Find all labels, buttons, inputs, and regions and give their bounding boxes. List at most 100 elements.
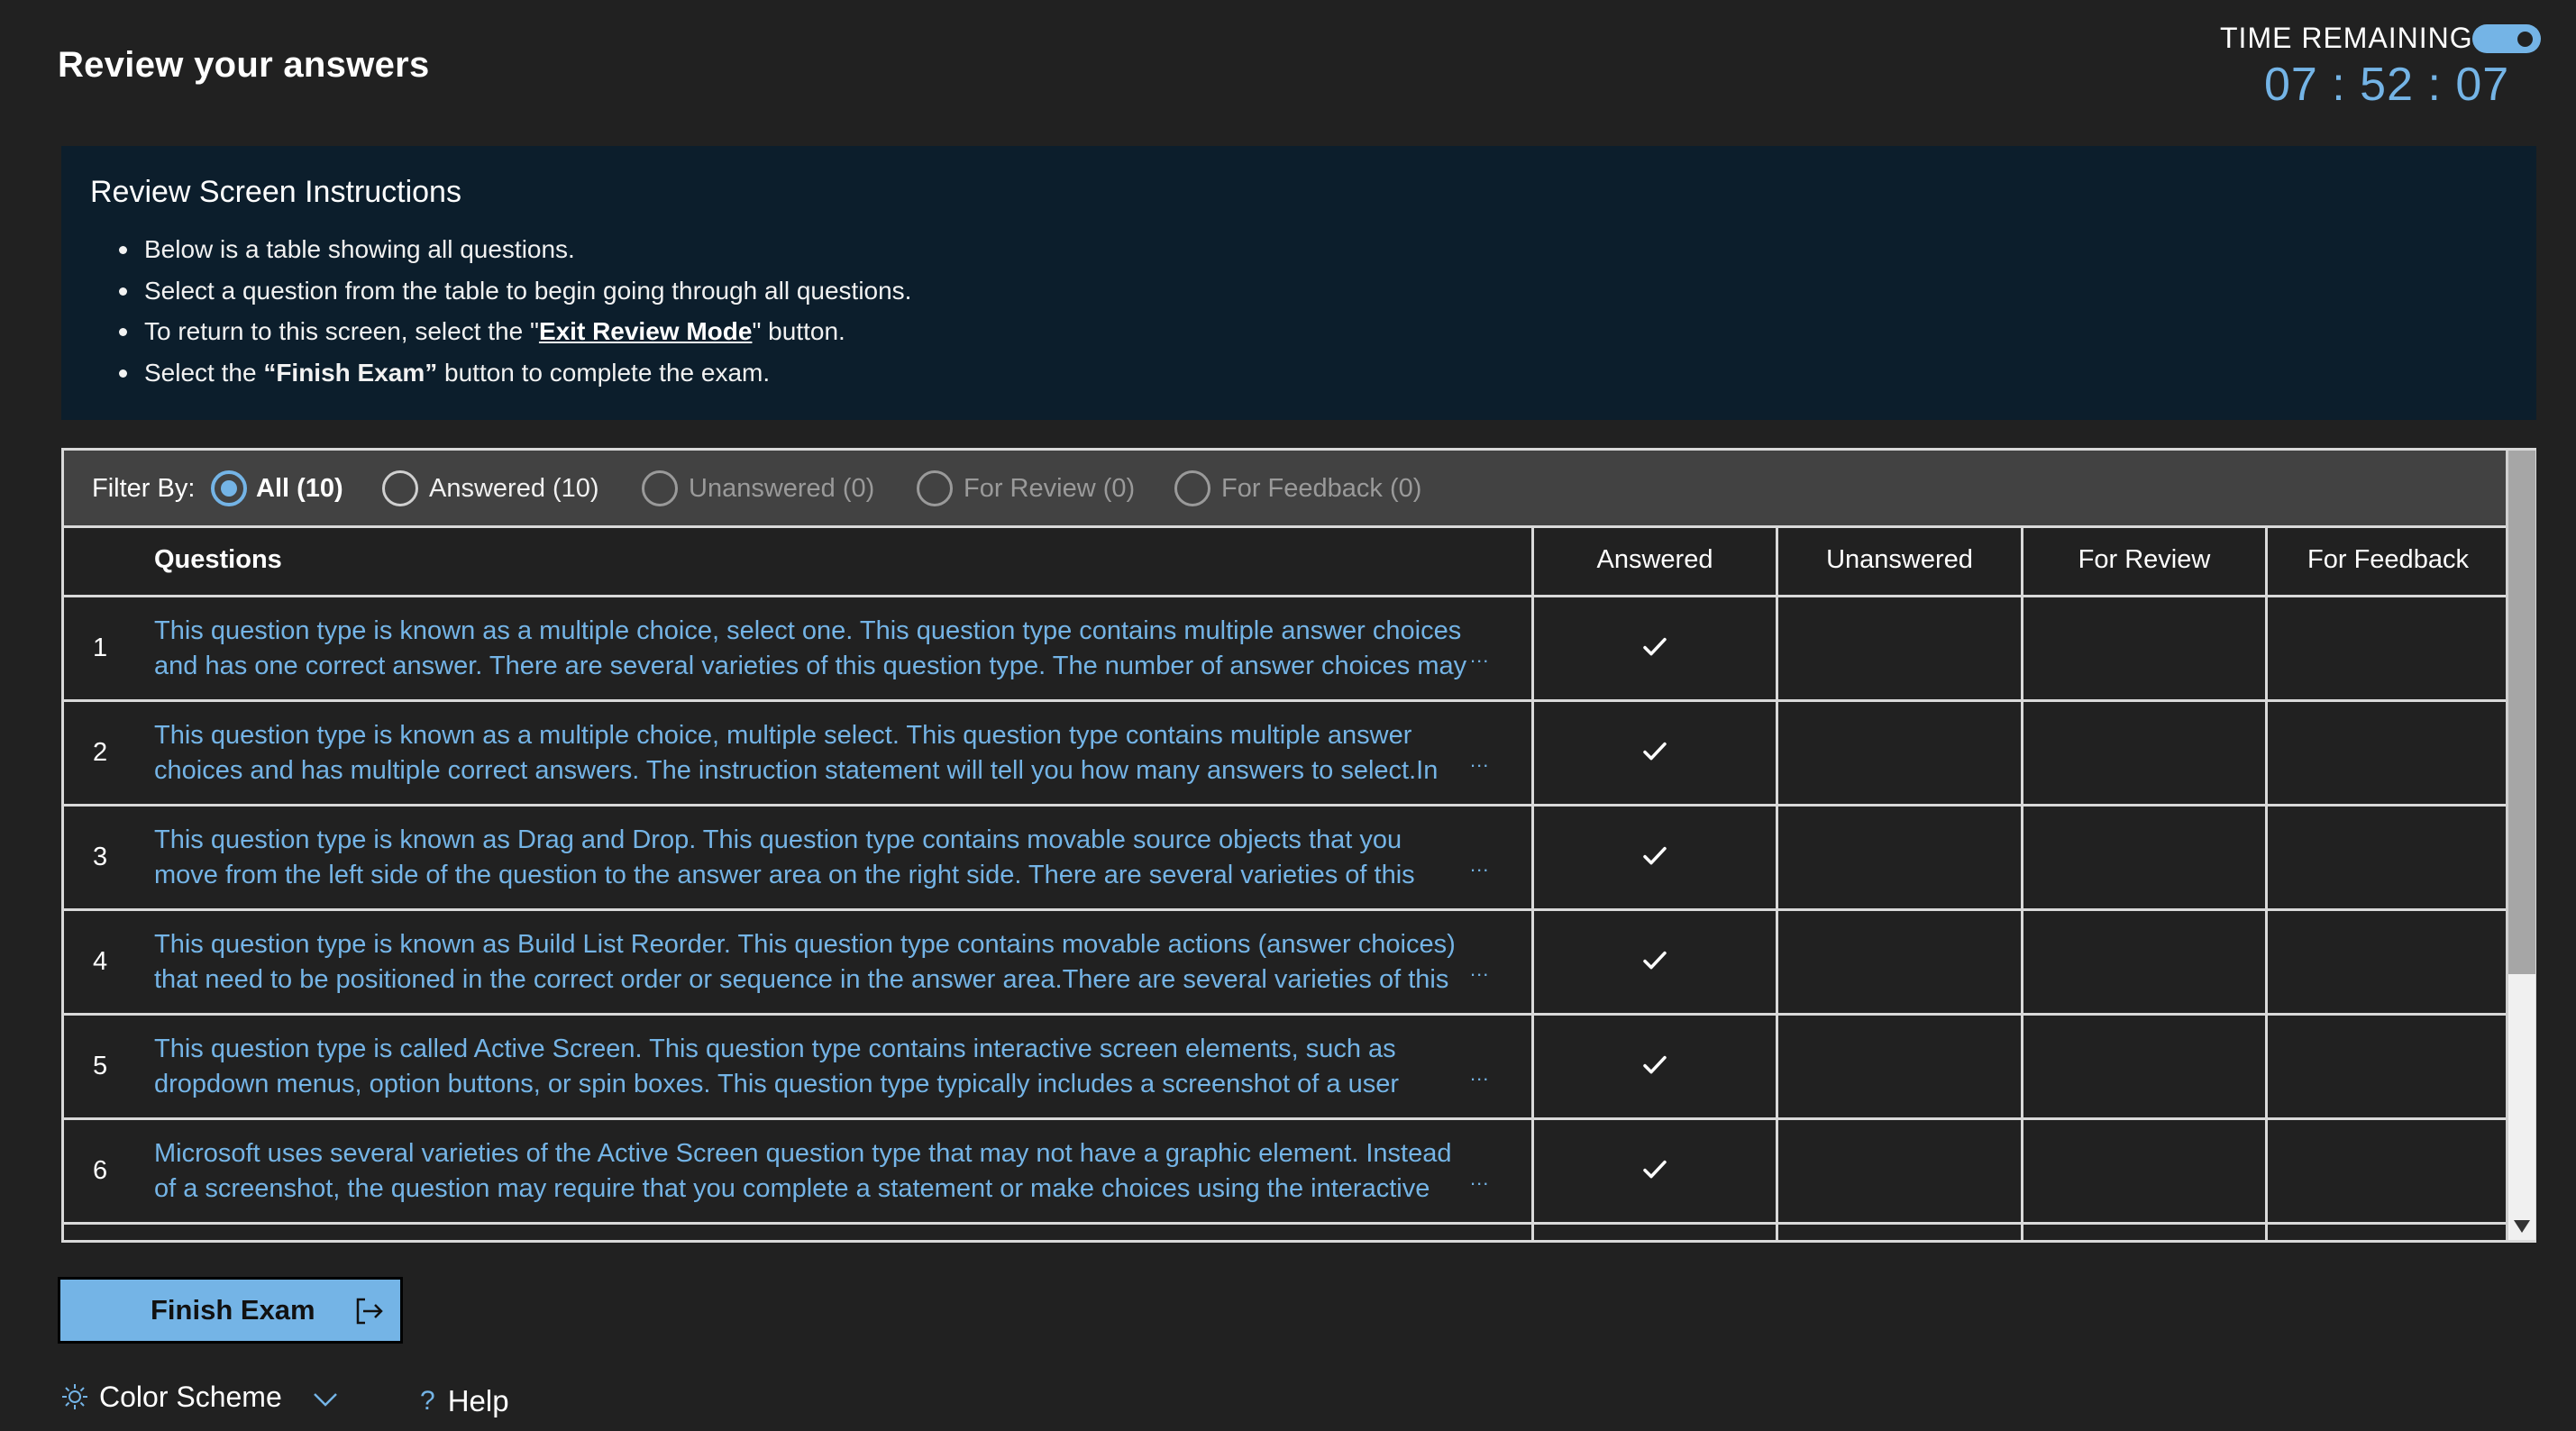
- finish-exam-emphasis: “Finish Exam”: [263, 358, 438, 387]
- question-text-link[interactable]: This question type is known as Build Lis…: [154, 927, 1484, 998]
- instruction-text: Select the: [144, 358, 264, 387]
- question-cell[interactable]: [64, 1225, 1531, 1240]
- status-cell-answered: [1531, 597, 1776, 699]
- filter-option-unanswered[interactable]: Unanswered (0): [689, 474, 874, 504]
- question-text-link[interactable]: This question type is known as a multipl…: [154, 614, 1484, 684]
- table-scrollbar[interactable]: [2506, 451, 2535, 1240]
- exit-arrow-icon: [356, 1298, 383, 1325]
- truncation-ellipsis: ...: [1470, 1062, 1490, 1085]
- instruction-text: To return to this screen, select the ": [144, 317, 539, 345]
- filter-option-for-feedback[interactable]: For Feedback (0): [1221, 474, 1421, 504]
- help-label: Help: [447, 1384, 509, 1417]
- table-row[interactable]: 1 This question type is known as a multip…: [64, 597, 2508, 702]
- checkmark-icon: [1643, 1160, 1667, 1178]
- chevron-down-icon: [313, 1393, 337, 1407]
- question-text-link[interactable]: This question type is known as a multipl…: [154, 718, 1484, 788]
- scrollbar-thumb[interactable]: [2508, 451, 2535, 974]
- question-text-line: and has one correct answer. There are se…: [154, 652, 1467, 680]
- question-text-line: This question type is known as Drag and …: [154, 825, 1402, 854]
- filter-radio-unanswered[interactable]: [642, 470, 678, 506]
- time-remaining-label: TIME REMAINING: [2220, 22, 2473, 54]
- questions-table: Filter By: All (10) Answered (10) Unansw…: [61, 448, 2536, 1243]
- instruction-text: Select a question from the table to begi…: [144, 276, 912, 305]
- table-row[interactable]: 6 Microsoft uses several varieties of the…: [64, 1120, 2508, 1225]
- status-cell-for-feedback: [2265, 1225, 2508, 1240]
- filter-radio-for-feedback[interactable]: [1174, 470, 1210, 506]
- table-header-row: Questions Answered Unanswered For Review…: [64, 525, 2508, 597]
- question-cell[interactable]: 3 This question type is known as Drag and…: [64, 807, 1531, 908]
- filter-option-all[interactable]: All (10): [256, 474, 343, 504]
- question-text-line: Microsoft uses several varieties of the …: [154, 1139, 1452, 1168]
- question-number: 4: [93, 947, 108, 976]
- status-cell-answered: [1531, 702, 1776, 804]
- question-text-link[interactable]: This question type is known as Drag and …: [154, 823, 1484, 893]
- table-row-partial[interactable]: [64, 1225, 2508, 1240]
- filter-radio-for-review[interactable]: [917, 470, 953, 506]
- filter-radio-answered[interactable]: [382, 470, 418, 506]
- exit-review-mode-link[interactable]: Exit Review Mode: [539, 317, 753, 345]
- color-scheme-label: Color Scheme: [99, 1380, 282, 1413]
- instruction-text: " button.: [752, 317, 845, 345]
- question-text-line: This question type is called Active Scre…: [154, 1035, 1396, 1063]
- timer-toggle[interactable]: [2472, 24, 2541, 53]
- status-cell-answered: [1531, 1016, 1776, 1117]
- color-scheme-dropdown[interactable]: Color Scheme: [61, 1374, 338, 1419]
- status-cell-for-feedback: [2265, 702, 2508, 804]
- instruction-item: To return to this screen, select the "Ex…: [118, 311, 911, 352]
- checkmark-icon: [1643, 846, 1667, 864]
- question-number: 6: [93, 1156, 108, 1185]
- sun-icon: [62, 1384, 87, 1409]
- table-row[interactable]: 3 This question type is known as Drag and…: [64, 807, 2508, 911]
- checkmark-icon: [1643, 742, 1667, 760]
- status-cell-answered: [1531, 807, 1776, 908]
- instructions-list: Below is a table showing all questions. …: [90, 229, 911, 393]
- status-cell-for-feedback: [2265, 807, 2508, 908]
- instruction-text: button to complete the exam.: [437, 358, 771, 387]
- page-title: Review your answers: [58, 45, 430, 85]
- status-cell-for-feedback: [2265, 911, 2508, 1013]
- question-cell[interactable]: 4 This question type is known as Build Li…: [64, 911, 1531, 1013]
- question-text-line: This question type is known as Build Lis…: [154, 930, 1456, 959]
- status-cell-unanswered: [1776, 597, 2021, 699]
- status-cell-unanswered: [1776, 1120, 2021, 1222]
- status-cell-unanswered: [1776, 1016, 2021, 1117]
- status-cell-for-review: [2021, 911, 2265, 1013]
- question-number: 5: [93, 1052, 108, 1080]
- status-cell-unanswered: [1776, 911, 2021, 1013]
- status-cell-answered: [1531, 1225, 1776, 1240]
- instruction-item: Below is a table showing all questions.: [118, 229, 911, 270]
- time-remaining-value: 07 : 52 : 07: [2264, 59, 2510, 111]
- instructions-panel: Review Screen Instructions Below is a ta…: [61, 146, 2536, 420]
- question-number: 3: [93, 843, 108, 871]
- question-cell[interactable]: 2 This question type is known as a multip…: [64, 702, 1531, 804]
- column-header-questions: Questions: [154, 545, 282, 574]
- table-row[interactable]: 2 This question type is known as a multip…: [64, 702, 2508, 807]
- column-header-answered: Answered: [1531, 525, 1776, 595]
- question-cell[interactable]: 6 Microsoft uses several varieties of the…: [64, 1120, 1531, 1222]
- filter-label: Filter By:: [92, 474, 196, 503]
- table-row[interactable]: 4 This question type is known as Build Li…: [64, 911, 2508, 1016]
- column-header-for-review: For Review: [2021, 525, 2265, 595]
- finish-exam-button[interactable]: Finish Exam: [58, 1277, 403, 1344]
- question-text-line: that need to be positioned in the correc…: [154, 965, 1449, 994]
- question-text-link[interactable]: Microsoft uses several varieties of the …: [154, 1136, 1484, 1207]
- instructions-heading: Review Screen Instructions: [90, 175, 461, 209]
- triangle-down-icon[interactable]: [2514, 1220, 2530, 1233]
- instruction-item: Select a question from the table to begi…: [118, 270, 912, 312]
- help-button[interactable]: ? Help: [420, 1379, 509, 1424]
- filter-option-answered[interactable]: Answered (10): [429, 474, 599, 504]
- question-text-link[interactable]: This question type is called Active Scre…: [154, 1032, 1484, 1102]
- table-row[interactable]: 5 This question type is called Active Scr…: [64, 1016, 2508, 1120]
- question-cell[interactable]: 5 This question type is called Active Scr…: [64, 1016, 1531, 1117]
- filter-option-for-review[interactable]: For Review (0): [964, 474, 1135, 504]
- question-cell[interactable]: 1 This question type is known as a multip…: [64, 597, 1531, 699]
- table-body: 1 This question type is known as a multip…: [64, 597, 2508, 1240]
- checkmark-icon: [1643, 637, 1667, 655]
- finish-exam-label: Finish Exam: [151, 1294, 315, 1326]
- question-number: 2: [93, 738, 108, 767]
- column-header-unanswered: Unanswered: [1776, 525, 2021, 595]
- status-cell-for-review: [2021, 1225, 2265, 1240]
- filter-radio-all[interactable]: [211, 470, 247, 506]
- status-cell-answered: [1531, 911, 1776, 1013]
- filter-bar: Filter By: All (10) Answered (10) Unansw…: [64, 451, 2508, 528]
